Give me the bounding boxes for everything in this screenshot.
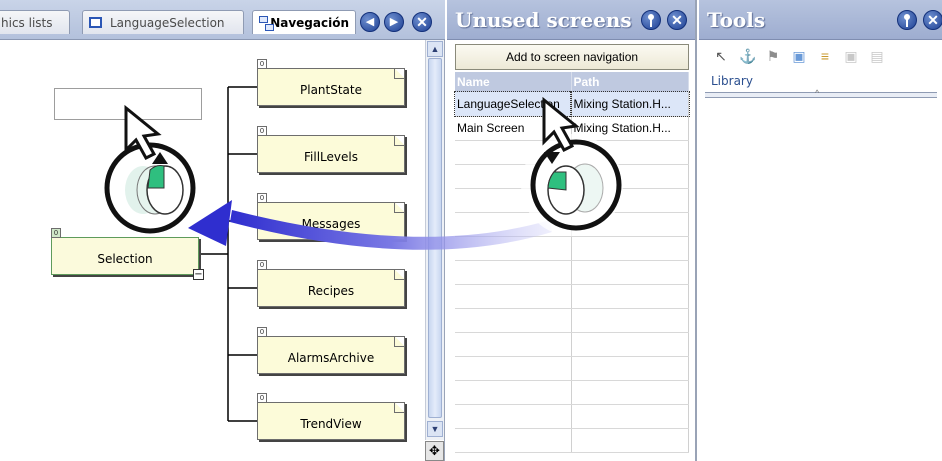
pointer-icon[interactable]: ↖ [713, 48, 729, 64]
column-header-name[interactable]: Name [455, 72, 572, 92]
node-tag: 0 [257, 327, 267, 337]
empty-row [455, 332, 689, 357]
empty-row [455, 188, 689, 213]
page-corner-icon [394, 337, 404, 347]
tree-node-recipes[interactable]: 0 Recipes [257, 260, 405, 307]
stamp-icon[interactable]: ⚓ [739, 48, 756, 64]
node-label: PlantState [300, 83, 362, 97]
page-corner-icon [394, 403, 404, 413]
pane-title: Unused screens [455, 8, 632, 32]
vertical-scrollbar[interactable]: ▲ ▼ [425, 40, 444, 440]
library-splitter[interactable]: ^ [705, 88, 937, 98]
column-header-path[interactable]: Path [571, 72, 689, 92]
node-label: Messages [301, 217, 361, 231]
empty-row [455, 428, 689, 453]
object-icon[interactable]: ▣ [791, 48, 807, 64]
tree-node-plantstate[interactable]: 0 PlantState [257, 59, 405, 106]
node-tag: 0 [257, 59, 267, 69]
empty-row [455, 284, 689, 309]
chevron-up-icon: ^ [815, 88, 820, 98]
empty-row [455, 260, 689, 285]
empty-row [455, 164, 689, 189]
node-label: AlarmsArchive [287, 351, 375, 365]
tools-toolbar: ↖ ⚓ ⚑ ▣ ≡ ▣ ▤ [705, 44, 935, 68]
empty-row [455, 212, 689, 237]
scroll-down-button[interactable]: ▼ [427, 421, 443, 437]
page-corner-icon [394, 270, 404, 280]
close-icon: ✕ [927, 12, 939, 28]
cell-name: LanguageSelection [454, 91, 572, 117]
chevron-up-icon: ▲ [430, 44, 440, 54]
node-tag: 0 [257, 393, 267, 403]
pan-handle[interactable]: ✥ [425, 441, 444, 461]
page-corner-icon [394, 203, 404, 213]
move-icon: ✥ [429, 443, 440, 458]
tree-node-alarmsarchive[interactable]: 0 AlarmsArchive [257, 327, 405, 374]
tree-node-messages[interactable]: 0 Messages [257, 193, 405, 240]
tree-node-filllevels[interactable]: 0 FillLevels [257, 126, 405, 173]
empty-row [455, 356, 689, 381]
table-row[interactable]: Main Screen Mixing Station.H... [455, 116, 689, 141]
library-section-label[interactable]: Library [711, 74, 753, 88]
tree-node-selection[interactable]: 0 Selection − [51, 228, 204, 280]
node-label: Selection [97, 252, 153, 266]
close-icon: ✕ [671, 12, 683, 28]
stack-icon[interactable]: ≡ [817, 48, 833, 64]
node-tag: 0 [51, 228, 61, 238]
pin-icon[interactable] [897, 10, 917, 30]
unused-screens-pane: Unused screens ✕ Add to screen navigatio… [447, 0, 697, 461]
navigation-editor-pane: hics lists LanguageSelection Navegación … [0, 0, 445, 461]
table-row[interactable]: LanguageSelection Mixing Station.H... [454, 91, 690, 117]
disabled-object-icon: ▣ [844, 48, 858, 64]
add-button-label: Add to screen navigation [505, 50, 639, 64]
empty-row [455, 236, 689, 261]
page-corner-icon [394, 69, 404, 79]
chevron-down-icon: ▼ [430, 424, 440, 434]
empty-row [455, 404, 689, 429]
empty-row [455, 380, 689, 405]
close-pane-button[interactable]: ✕ [667, 10, 687, 30]
cell-path: Mixing Station.H... [570, 91, 690, 117]
scrollbar-thumb[interactable] [428, 58, 442, 418]
pin-icon[interactable]: ⚑ [765, 48, 781, 64]
empty-row [455, 140, 689, 165]
pin-icon[interactable] [641, 10, 661, 30]
cell-name: Main Screen [455, 116, 572, 141]
disabled-stack-icon: ▤ [870, 48, 884, 64]
node-tag: 0 [257, 193, 267, 203]
node-tag: 0 [257, 260, 267, 270]
pane-title: Tools [707, 8, 766, 32]
node-label: Recipes [307, 284, 355, 298]
tree-node-trendview[interactable]: 0 TrendView [257, 393, 405, 440]
tools-title-bar: Tools ✕ [699, 0, 942, 40]
empty-row [455, 308, 689, 333]
collapse-toggle[interactable]: − [193, 269, 204, 280]
empty-screen-placeholder[interactable] [54, 88, 202, 120]
node-label: FillLevels [304, 150, 358, 164]
node-tag: 0 [257, 126, 267, 136]
node-label: TrendView [300, 417, 362, 431]
unused-screens-title-bar: Unused screens ✕ [447, 0, 695, 40]
scroll-up-button[interactable]: ▲ [427, 41, 443, 57]
close-pane-button[interactable]: ✕ [923, 10, 942, 30]
cell-path: Mixing Station.H... [571, 116, 689, 141]
page-corner-icon [394, 136, 404, 146]
tools-pane: Tools ✕ ↖ ⚓ ⚑ ▣ ≡ ▣ ▤ Library ^ [699, 0, 942, 461]
unused-screens-table: Name Path LanguageSelection Mixing Stati… [454, 72, 690, 453]
add-to-screen-navigation-button[interactable]: Add to screen navigation [455, 44, 689, 70]
